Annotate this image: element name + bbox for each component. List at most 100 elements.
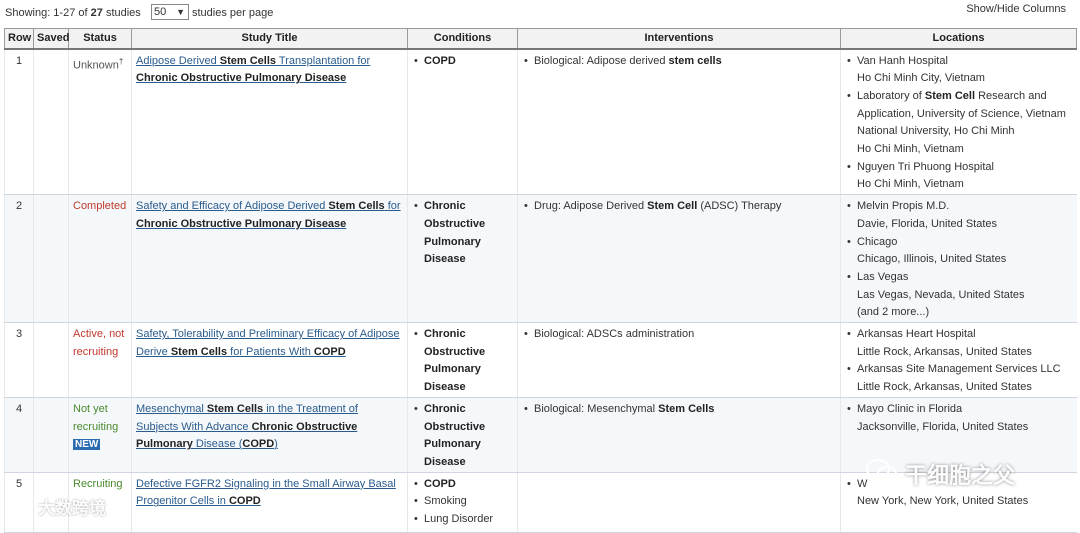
table-header-row: Row Saved Status Study Title Conditions … <box>4 28 1077 50</box>
per-page-select[interactable]: 50 ▼ <box>151 4 189 20</box>
watermark-left: 大数跨境 <box>6 494 106 519</box>
condition-text: Chronic Obstructive Pulmonary Disease <box>424 402 486 468</box>
location-place: Las Vegas, Nevada, United States <box>857 288 1025 301</box>
title-text: Defective FGFR2 Signaling in the Small A… <box>136 477 396 508</box>
condition-item: COPD <box>414 53 513 71</box>
col-status[interactable]: Status <box>68 28 132 50</box>
show-hide-columns-button[interactable]: Show/Hide Columns <box>966 3 1066 15</box>
location-name-text: Melvin Propis M.D. <box>857 200 950 213</box>
saved-checkbox[interactable] <box>33 322 69 398</box>
col-study-title[interactable]: Study Title <box>131 28 408 50</box>
location-name: Laboratory of Stem Cell Research and App… <box>857 88 1073 141</box>
study-title-link[interactable]: Defective FGFR2 Signaling in the Small A… <box>136 478 396 508</box>
row-number: 1 <box>4 48 34 196</box>
interventions-list: Biological: Adipose derived stem cells <box>522 53 836 71</box>
row-number: 2 <box>4 194 34 324</box>
condition-text: COPD <box>424 54 456 67</box>
condition-item: Chronic Obstructive Pulmonary Disease <box>414 401 513 472</box>
location-item: Arkansas Heart Hospital Little Rock, Arka… <box>847 326 1073 361</box>
study-title-cell: Mesenchymal Stem Cells in the Treatment … <box>131 397 408 473</box>
study-title-link[interactable]: Adipose Derived Stem Cells Transplantati… <box>136 55 370 85</box>
highlight-term: Stem Cells <box>328 200 385 213</box>
study-title-cell: Safety, Tolerability and Preliminary Eff… <box>131 322 408 398</box>
title-text: Transplantation for <box>276 54 371 67</box>
title-text: Mesenchymal <box>136 402 207 415</box>
watermark-right: 干细胞之父 <box>865 457 1015 491</box>
condition-text: Smoking <box>424 495 467 508</box>
location-item: Melvin Propis M.D. Davie, Florida, United… <box>847 198 1073 233</box>
locations-cell: Arkansas Heart Hospital Little Rock, Arka… <box>840 322 1077 398</box>
location-name-text: Arkansas Heart Hospital <box>857 328 976 341</box>
location-name: Van Hanh Hospital <box>857 53 1073 71</box>
intervention-text: (ADSC) Therapy <box>697 200 782 213</box>
status-footnote: † <box>118 56 124 66</box>
intervention-item: Drug: Adipose Derived Stem Cell (ADSC) T… <box>524 198 836 216</box>
conditions-cell: Chronic Obstructive Pulmonary Disease <box>407 397 518 473</box>
study-title-cell: Safety and Efficacy of Adipose Derived S… <box>131 194 408 324</box>
title-text: for Patients With <box>227 345 314 358</box>
condition-item: Lung Disorder <box>414 511 513 529</box>
location-item: Laboratory of Stem Cell Research and App… <box>847 88 1073 159</box>
condition-item: Chronic Obstructive Pulmonary Disease <box>414 198 513 269</box>
locations-list: Mayo Clinic in Florida Jacksonville, Flor… <box>845 401 1073 436</box>
status-cell: Unknown† <box>68 48 132 196</box>
logo-icon <box>6 494 34 519</box>
highlight-term: stem cells <box>668 54 722 67</box>
location-name-text: Van Hanh Hospital <box>857 54 948 67</box>
conditions-list: Chronic Obstructive Pulmonary Disease <box>412 326 513 397</box>
location-name: Arkansas Site Management Services LLC <box>857 361 1073 379</box>
location-place: Davie, Florida, United States <box>857 217 998 230</box>
location-place: Jacksonville, Florida, United States <box>857 420 1029 433</box>
condition-text: Chronic Obstructive Pulmonary Disease <box>424 200 486 266</box>
highlight-term: Chronic Obstructive Pulmonary Disease <box>136 217 347 230</box>
location-place: Little Rock, Arkansas, United States <box>857 381 1032 394</box>
interventions-cell: Biological: Adipose derived stem cells <box>517 48 841 196</box>
location-item: Nguyen Tri Phuong Hospital Ho Chi Minh, V… <box>847 159 1073 194</box>
conditions-cell: Chronic Obstructive Pulmonary Disease <box>407 194 518 324</box>
location-name: Chicago <box>857 234 1073 252</box>
more-locations-link[interactable]: (and 2 more...) <box>845 304 1073 322</box>
col-saved[interactable]: Saved <box>33 28 69 50</box>
chevron-down-icon: ▼ <box>176 7 185 17</box>
interventions-list: Biological: ADSCs administration <box>522 326 836 344</box>
location-name: Arkansas Heart Hospital <box>857 326 1073 344</box>
interventions-cell: Biological: Mesenchymal Stem Cells <box>517 397 841 473</box>
table-row: 2 Completed Safety and Efficacy of Adipose… <box>4 194 1077 324</box>
title-text: Disease ( <box>192 438 243 451</box>
title-text: ) <box>274 438 278 451</box>
col-row[interactable]: Row <box>4 28 34 50</box>
col-interventions[interactable]: Interventions <box>517 28 841 50</box>
condition-item: COPD <box>414 476 513 494</box>
location-place: Chicago, Illinois, United States <box>857 253 1007 266</box>
highlight-term: Stem Cell <box>647 200 698 213</box>
results-count: Showing: 1-27 of 27 studies <box>5 7 141 19</box>
saved-checkbox[interactable] <box>33 48 69 196</box>
highlight-term: Chronic Obstructive Pulmonary Disease <box>136 72 347 85</box>
location-name-text: Laboratory of <box>857 89 925 102</box>
location-item: Mayo Clinic in Florida Jacksonville, Flor… <box>847 401 1073 436</box>
location-place: Ho Chi Minh City, Vietnam <box>857 72 985 85</box>
saved-checkbox[interactable] <box>33 194 69 324</box>
saved-checkbox[interactable] <box>33 397 69 473</box>
study-title-cell: Defective FGFR2 Signaling in the Small A… <box>131 472 408 533</box>
highlight-term: Stem Cells <box>658 402 715 415</box>
location-place: Ho Chi Minh, Vietnam <box>857 178 964 191</box>
location-name-text: Mayo Clinic in Florida <box>857 402 963 415</box>
intervention-text: Biological: Adipose derived <box>534 54 669 67</box>
col-locations[interactable]: Locations <box>840 28 1077 50</box>
status-cell: Completed <box>68 194 132 324</box>
study-title-link[interactable]: Mesenchymal Stem Cells in the Treatment … <box>136 403 358 450</box>
interventions-cell: Biological: ADSCs administration <box>517 322 841 398</box>
conditions-cell: Chronic Obstructive Pulmonary Disease <box>407 322 518 398</box>
location-name: Melvin Propis M.D. <box>857 198 1073 216</box>
location-name-text: Chicago <box>857 235 898 248</box>
study-title-link[interactable]: Safety and Efficacy of Adipose Derived S… <box>136 200 401 230</box>
table-row: 3 Active, not recruiting Safety, Tolerabil… <box>4 322 1077 398</box>
condition-text: Lung Disorder <box>424 513 494 526</box>
per-page-label: studies per page <box>192 7 274 19</box>
col-conditions[interactable]: Conditions <box>407 28 518 50</box>
study-title-link[interactable]: Safety, Tolerability and Preliminary Eff… <box>136 328 400 358</box>
intervention-text: Biological: Mesenchymal <box>534 402 659 415</box>
interventions-cell: Drug: Adipose Derived Stem Cell (ADSC) T… <box>517 194 841 324</box>
location-name: Mayo Clinic in Florida <box>857 401 1073 419</box>
